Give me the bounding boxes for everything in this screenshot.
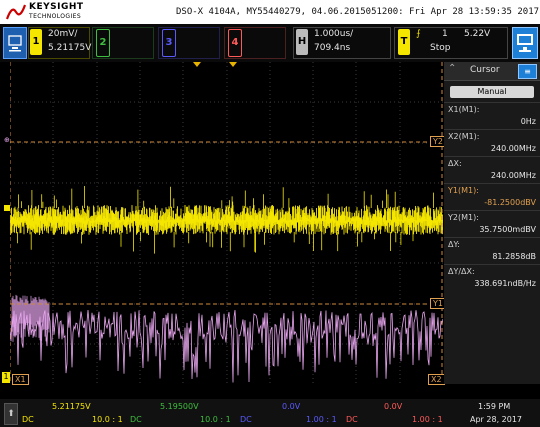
title-bar: KEYSIGHT TECHNOLOGIES DSO-X 4104A, MY554… — [0, 0, 540, 24]
trigger-edge-icon: ⨍ — [416, 29, 421, 39]
trigger-state: Stop — [430, 43, 451, 53]
cursor-row-label: ΔX: — [448, 159, 462, 168]
brand-name: KEYSIGHT — [29, 2, 84, 12]
cursor-panel-title: Cursor — [470, 65, 500, 75]
math-level-marker: ⊕ — [4, 136, 10, 144]
cursor-row-value: 81.2858dB — [492, 252, 536, 261]
cursor-row: ΔY/ΔX: 338.691ndB/Hz — [444, 264, 540, 291]
channel-4-value: 0.0V — [384, 402, 403, 411]
waveform-display[interactable] — [10, 62, 443, 384]
channel-4-ratio: 1.00 : 1 — [412, 415, 443, 424]
trigger-channel: 1 — [442, 29, 448, 39]
timebase-delay: 709.4ns — [314, 43, 351, 53]
cursor-row-value: 240.00MHz — [490, 144, 536, 153]
cursor-mode-button[interactable]: Manual — [450, 86, 534, 98]
cursor-row-value: 0Hz — [520, 117, 536, 126]
cursor-row: X2(M1): 240.00MHz — [444, 129, 540, 156]
channel-1-scale: 20mV/ — [48, 29, 78, 39]
brand-subtitle: TECHNOLOGIES — [29, 13, 82, 20]
channel-1-value: 5.21175V — [52, 402, 91, 411]
timebase-scale: 1.000us/ — [314, 29, 354, 39]
cursor-row-label: ΔY: — [448, 240, 460, 249]
cursor-row-label: X2(M1): — [448, 132, 480, 141]
cursor-panel: ⌃ Cursor ≡ Manual X1(M1): 0Hz X2(M1): 240.0… — [444, 62, 540, 384]
channel-3-toggle[interactable]: 3 — [162, 29, 176, 57]
cursor-row-value: -81.2500dBV — [484, 198, 536, 207]
cursor-row: Y1(M1): -81.2500dBV — [444, 183, 540, 210]
channel-bar: 1 20mV/ 5.21175V 2 3 4 H 1.000us/ 709.4n… — [0, 24, 540, 62]
screen-icon[interactable] — [3, 27, 27, 59]
channel-1-coupling: DC — [22, 415, 34, 424]
channel-2-coupling: DC — [130, 415, 142, 424]
cursor-row-value: 338.691ndB/Hz — [474, 279, 536, 288]
timebase-label[interactable]: H — [296, 29, 308, 55]
cursor-row: X1(M1): 0Hz — [444, 102, 540, 129]
trigger-box[interactable] — [394, 27, 508, 59]
cursor-x2-label[interactable]: X2 — [428, 374, 445, 385]
trigger-level: 5.22V — [464, 29, 491, 39]
channel-2-toggle[interactable]: 2 — [96, 29, 110, 57]
scope-info: DSO-X 4104A, MY55440279, 04.06.201505120… — [176, 7, 540, 17]
channel-3-coupling: DC — [240, 415, 252, 424]
cursor-row-label: Y1(M1): — [448, 186, 479, 195]
cursor-panel-header: ⌃ Cursor ≡ — [444, 62, 540, 81]
scroll-arrow-up-icon[interactable]: ⌃ — [448, 63, 456, 74]
scroll-up-button[interactable]: ⬆ — [4, 403, 18, 425]
cursor-row: ΔY: 81.2858dB — [444, 237, 540, 264]
cursor-menu-icon[interactable]: ≡ — [518, 64, 537, 79]
channel-2-value: 5.19500V — [160, 402, 199, 411]
cursor-row-label: X1(M1): — [448, 105, 480, 114]
cursor-row: ΔX: 240.00MHz — [444, 156, 540, 183]
channel-1-ground-marker[interactable]: 1 — [2, 372, 10, 383]
clock-time: 1:59 PM — [478, 402, 511, 411]
channel-4-toggle[interactable]: 4 — [228, 29, 242, 57]
channel-1-ratio: 10.0 : 1 — [92, 415, 123, 424]
channel-4-coupling: DC — [346, 415, 358, 424]
cursor-row-value: 240.00MHz — [490, 171, 536, 180]
keysight-logo — [6, 4, 26, 20]
trigger-label[interactable]: T — [398, 29, 410, 55]
display-icon[interactable] — [512, 27, 538, 59]
cursor-row-value: 35.7500mdBV — [479, 225, 536, 234]
channel-3-value: 0.0V — [282, 402, 301, 411]
channel-1-toggle[interactable]: 1 — [30, 29, 42, 55]
channel-2-ratio: 10.0 : 1 — [200, 415, 231, 424]
channel-1-level-marker — [4, 205, 10, 211]
cursor-x1-label[interactable]: X1 — [12, 374, 29, 385]
cursor-row: Y2(M1): 35.7500mdBV — [444, 210, 540, 237]
channel-1-offset: 5.21175V — [48, 43, 92, 53]
cursor-row-label: Y2(M1): — [448, 213, 479, 222]
channel-3-ratio: 1.00 : 1 — [306, 415, 337, 424]
status-bar: ⬆ 5.21175V DC 10.0 : 1 5.19500V DC 10.0 … — [0, 399, 540, 427]
clock-date: Apr 28, 2017 — [470, 415, 523, 424]
cursor-row-label: ΔY/ΔX: — [448, 267, 475, 276]
